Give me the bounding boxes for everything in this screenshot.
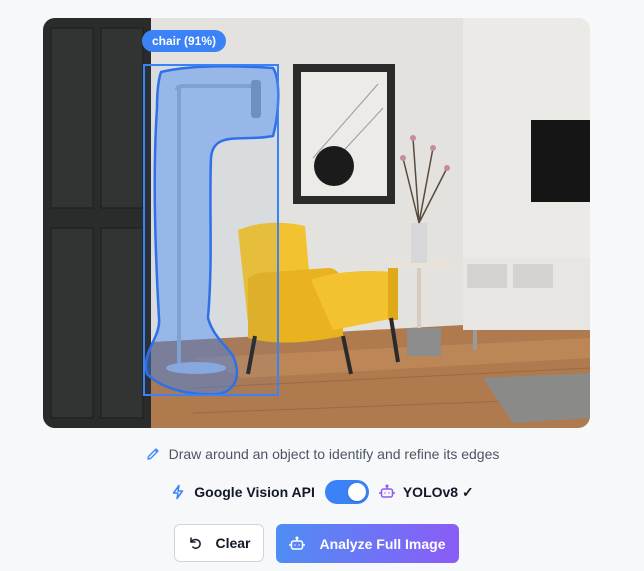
model-selector: Google Vision API YOLOv8 ✓	[0, 480, 644, 504]
detection-label: chair (91%)	[142, 30, 227, 52]
robot-icon	[289, 535, 306, 552]
undo-icon	[187, 535, 203, 551]
detection-bounding-box[interactable]	[143, 64, 279, 396]
google-vision-option[interactable]: Google Vision API	[170, 484, 315, 500]
image-canvas[interactable]: chair (91%)	[43, 18, 590, 428]
hint-text: Draw around an object to identify and re…	[168, 446, 500, 462]
room-photo	[43, 18, 590, 428]
analyze-button-label: Analyze Full Image	[319, 535, 446, 552]
yolo-option[interactable]: YOLOv8 ✓	[379, 484, 474, 501]
clear-button[interactable]: Clear	[174, 524, 264, 562]
lightning-icon	[170, 484, 186, 500]
toggle-knob	[347, 483, 366, 501]
clear-button-label: Clear	[215, 535, 251, 551]
instruction-hint: Draw around an object to identify and re…	[0, 444, 644, 464]
model-toggle-switch[interactable]	[324, 480, 369, 504]
app-root: chair (91%) Draw around an object to ide…	[0, 0, 644, 571]
pencil-icon	[145, 446, 161, 462]
google-vision-label: Google Vision API	[194, 484, 315, 500]
robot-icon	[379, 484, 395, 500]
analyze-full-image-button[interactable]: Analyze Full Image	[276, 524, 459, 563]
yolo-label: YOLOv8 ✓	[402, 483, 474, 500]
